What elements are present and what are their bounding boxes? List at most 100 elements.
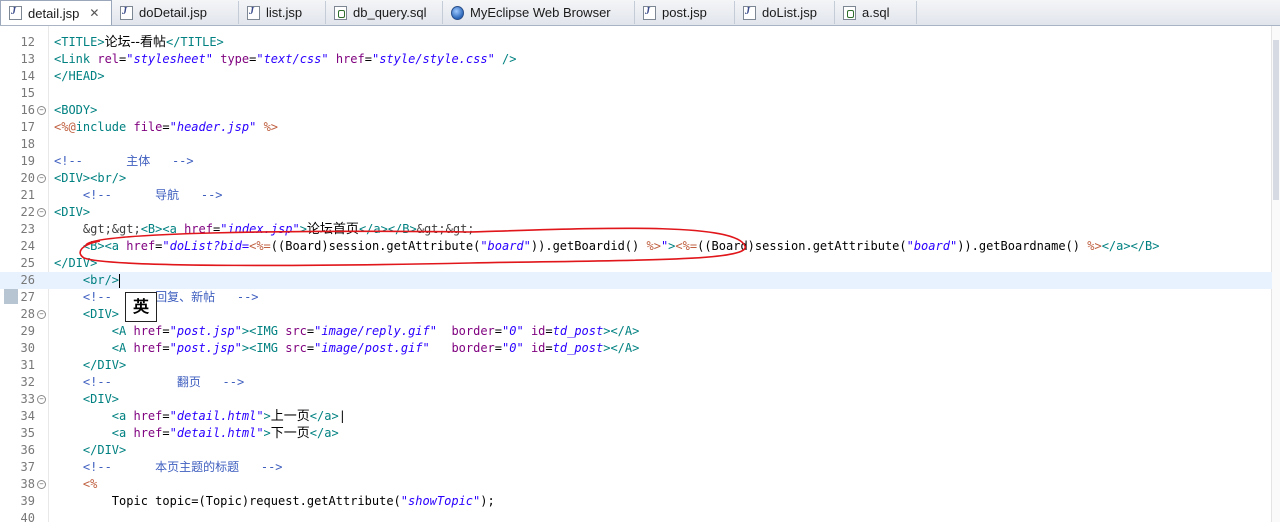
code-token: ></A> (603, 341, 640, 355)
line-number: 40 (20, 511, 35, 525)
code-line[interactable]: 20− <DIV><br/> (0, 170, 1272, 187)
code-token: </a> (309, 409, 339, 423)
scrollbar-thumb[interactable] (1273, 40, 1279, 200)
tab-dodetail-jsp[interactable]: doDetail.jsp (112, 1, 239, 24)
line-number: 31 (20, 358, 35, 372)
line-number: 26 (20, 273, 35, 287)
code-token: id (530, 341, 546, 355)
code-token: "doList?bid= (162, 239, 250, 253)
code-token: href (126, 239, 156, 253)
code-line[interactable]: 36 </DIV> (0, 442, 1272, 459)
code-line[interactable]: 26 <br/> (0, 272, 1272, 289)
code-token: </HEAD> (54, 69, 105, 83)
code-text: <!-- 翻页 --> (54, 374, 244, 391)
code-token: "0" (502, 341, 524, 355)
fold-toggle-icon[interactable]: − (37, 310, 46, 319)
tab-list-jsp[interactable]: list.jsp (239, 1, 326, 24)
tab-a-sql[interactable]: a.sql (835, 1, 917, 24)
code-line[interactable]: 33− <DIV> (0, 391, 1272, 408)
code-token: border (451, 341, 495, 355)
line-number: 19 (20, 154, 35, 168)
fold-toggle-icon[interactable]: − (37, 480, 46, 489)
code-line[interactable]: 18 (0, 136, 1272, 153)
code-token: "board" (906, 239, 958, 253)
code-line[interactable]: 13 <Link rel="stylesheet" type="text/css"… (0, 51, 1272, 68)
sql-file-icon (334, 5, 347, 20)
code-line[interactable]: 28− <DIV> (0, 306, 1272, 323)
code-token: ); (480, 494, 495, 508)
code-line[interactable]: 30 <A href="post.jsp"><IMG src="image/po… (0, 340, 1272, 357)
code-line[interactable]: 29 <A href="post.jsp"><IMG src="image/re… (0, 323, 1272, 340)
line-number: 13 (20, 52, 35, 66)
code-token: = (162, 120, 170, 134)
code-line[interactable]: 34 <a href="detail.html">上一页</a>| (0, 408, 1272, 425)
code-token: ((Board)session.getAttribute( (697, 239, 907, 253)
tab-post-jsp[interactable]: post.jsp (635, 1, 735, 24)
code-token: "image/post.gif" (314, 341, 430, 355)
line-number: 18 (20, 137, 35, 151)
code-line[interactable]: 12 <TITLE>论坛--看帖</TITLE> (0, 34, 1272, 51)
code-token: href (133, 324, 163, 338)
code-token: %> (263, 120, 279, 134)
code-token: "header.jsp" (169, 120, 257, 134)
code-token: </TITLE> (165, 35, 224, 49)
code-line[interactable]: 40 (0, 510, 1272, 527)
code-line[interactable]: 32 <!-- 翻页 --> (0, 374, 1272, 391)
fold-toggle-icon[interactable]: − (37, 174, 46, 183)
code-line[interactable]: 15 (0, 85, 1272, 102)
tab-label: list.jsp (266, 5, 303, 20)
tab-dolist-jsp[interactable]: doList.jsp (735, 1, 835, 24)
sql-file-icon (843, 5, 856, 20)
code-text: <BODY> (54, 102, 97, 119)
code-line[interactable]: 31 </DIV> (0, 357, 1272, 374)
code-text: <DIV><br/> (54, 170, 126, 187)
tab-myeclipse-web-browser[interactable]: MyEclipse Web Browser (443, 1, 635, 24)
code-token: "post.jsp" (169, 324, 242, 338)
code-line[interactable]: 25 </DIV> (0, 255, 1272, 272)
line-number: 30 (20, 341, 35, 355)
code-token: include (75, 120, 134, 134)
code-token: <Link (54, 52, 98, 66)
code-line[interactable]: 14 </HEAD> (0, 68, 1272, 85)
jsp-file-icon (247, 5, 260, 20)
fold-toggle-icon[interactable]: − (37, 395, 46, 404)
code-line[interactable]: 37 <!-- 本页主题的标题 --> (0, 459, 1272, 476)
code-line[interactable]: 38− <% (0, 476, 1272, 493)
close-icon[interactable]: ✕ (89, 6, 99, 20)
code-line[interactable]: 21 <!-- 导航 --> (0, 187, 1272, 204)
code-line[interactable]: 22− <DIV> (0, 204, 1272, 221)
code-editor[interactable]: 12 <TITLE>论坛--看帖</TITLE> 13 <Link rel="styl… (0, 26, 1280, 525)
line-number: 16 (20, 103, 35, 117)
tab-detail-jsp[interactable]: detail.jsp ✕ (0, 0, 112, 25)
code-line[interactable]: 39 Topic topic=(Topic)request.getAttribu… (0, 493, 1272, 510)
code-line[interactable]: 23 &gt;&gt;<B><a href="index.jsp">论坛首页</… (0, 221, 1272, 238)
code-line[interactable]: 35 <a href="detail.html">下一页</a> (0, 425, 1272, 442)
code-line[interactable]: 27 <!-- 回复、新帖 --> (0, 289, 1272, 306)
line-number: 25 (20, 256, 35, 270)
code-token: 翻页 (176, 375, 201, 389)
code-token: <%= (675, 239, 698, 253)
jsp-file-icon (743, 5, 756, 20)
jsp-file-icon (643, 5, 656, 20)
line-number: 39 (20, 494, 35, 508)
code-token: > (263, 426, 271, 440)
tab-db-query-sql[interactable]: db_query.sql (326, 1, 443, 24)
code-line[interactable]: 17 <%@include file="header.jsp" %> (0, 119, 1272, 136)
fold-toggle-icon[interactable]: − (37, 208, 46, 217)
code-text: </HEAD> (54, 68, 105, 85)
code-text: <DIV> (54, 306, 119, 323)
code-token: 下一页 (270, 426, 310, 441)
code-token: %> (1087, 239, 1102, 253)
code-token: ((Board)session.getAttribute( (270, 239, 481, 253)
code-line[interactable]: 24 <B><a href="doList?bid=<%=((Board)ses… (0, 238, 1272, 255)
code-line[interactable]: 19 <!-- 主体 --> (0, 153, 1272, 170)
code-text: <!-- 主体 --> (54, 153, 194, 170)
code-token: </a></B> (1101, 239, 1160, 253)
fold-toggle-icon[interactable]: − (37, 106, 46, 115)
code-token: <!-- (82, 188, 156, 202)
code-line[interactable]: 16− <BODY> (0, 102, 1272, 119)
overview-ruler[interactable] (1271, 26, 1280, 522)
